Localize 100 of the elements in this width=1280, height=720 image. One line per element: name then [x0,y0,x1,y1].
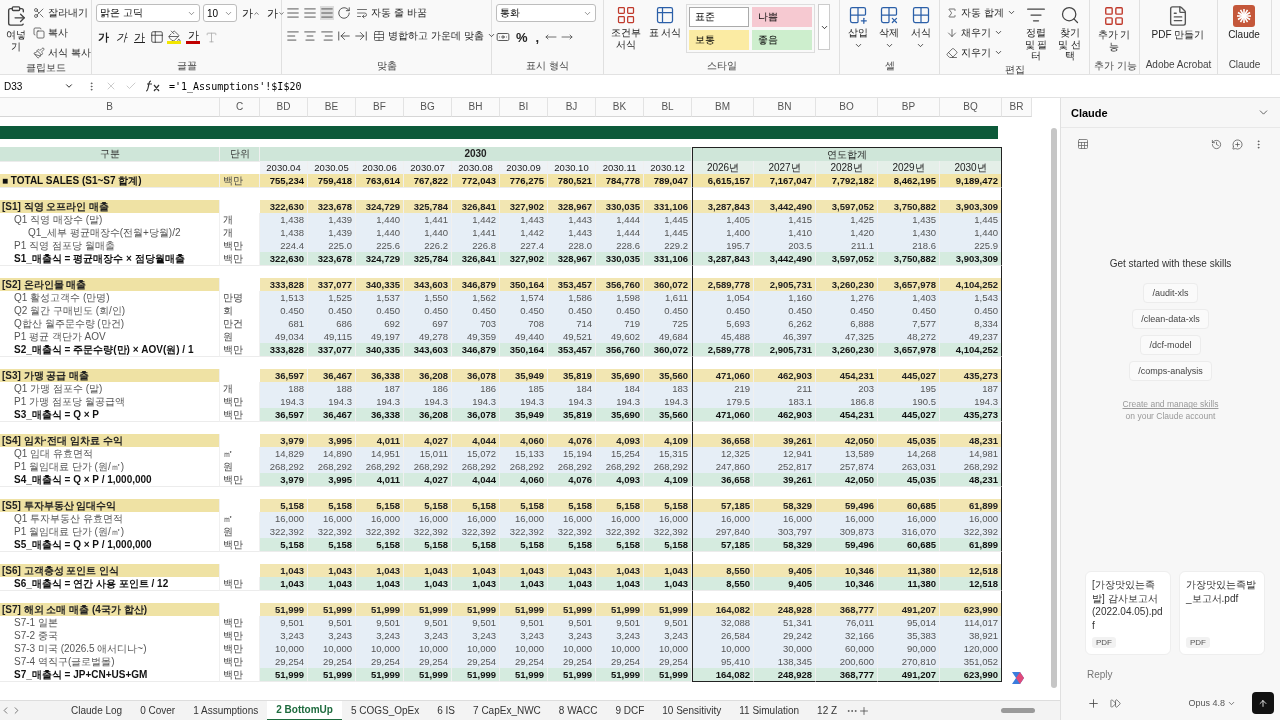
pdf-button[interactable]: PDF 만들기 [1144,4,1212,42]
column-letter[interactable]: BG [404,98,452,117]
cell-style[interactable]: 보통 [689,30,749,50]
sheet-tab[interactable]: 8 WACC [549,700,607,720]
model-select[interactable]: Opus 4.8 [1182,697,1242,709]
wrap-text-button[interactable]: 자동 줄 바꿈 [354,4,429,21]
number-format-select[interactable]: 통화 [496,4,596,22]
caret-icon[interactable] [994,28,1003,37]
font-style-button[interactable]: 가 [132,28,147,46]
sheet-tab[interactable]: 0 Cover [131,700,185,720]
skill-chip[interactable]: /dcf-model [1140,335,1201,356]
align-right-icon[interactable] [320,28,334,43]
grid-icon[interactable] [1103,5,1125,27]
cell-style[interactable]: 좋음 [752,30,812,50]
column-letter[interactable]: BH [452,98,500,117]
sheet-tab[interactable]: 2 BottomUp [267,700,342,720]
reply-field[interactable]: Reply [1087,669,1274,680]
column-letter[interactable]: BE [308,98,356,117]
align-center-icon[interactable] [303,28,317,43]
sheet-tab[interactable]: 10 Sensitivity [653,700,731,720]
bottom-align-icon[interactable] [320,5,334,20]
skill-chip[interactable]: /clean-data-xls [1132,309,1209,330]
scissors-icon[interactable] [33,6,45,19]
caret-icon[interactable] [486,31,496,40]
format-cells-icon[interactable] [910,5,931,25]
column-letter[interactable]: BD [260,98,308,117]
claude-button[interactable]: Claude [1222,4,1266,42]
currency-icon[interactable] [496,30,510,44]
clipboard-button[interactable]: 복사 [31,24,93,41]
sheet-tab[interactable]: 7 CapEx_NWC [464,700,550,720]
column-letter[interactable]: BR [1002,98,1032,117]
column-letter[interactable]: BL [644,98,692,117]
cell-style[interactable]: 나쁨 [752,7,812,27]
border-icon[interactable] [150,30,164,44]
add-icon[interactable] [1087,696,1100,710]
number-style-button[interactable]: , [533,28,542,46]
grid-icon[interactable] [616,5,636,25]
name-box[interactable]: D33 [0,80,78,92]
font-size-select[interactable]: 10 [203,4,237,22]
history-icon[interactable] [1211,138,1222,150]
editing-big-button[interactable]: 찾기 및 선택 [1054,4,1085,63]
paintbrush-icon[interactable] [33,46,45,59]
orientation-icon[interactable] [337,5,351,20]
table-icon[interactable] [655,5,675,25]
indent-icon[interactable] [354,28,368,43]
sheet-tab[interactable]: Claude Log [62,700,132,720]
outdent-icon[interactable] [337,28,351,43]
editing-button[interactable]: 자동 합계 [944,4,1018,21]
sigma-icon[interactable] [946,6,958,19]
font-style-button[interactable]: 가 [114,28,129,46]
editing-big-button[interactable]: 정렬 및 필터 [1020,4,1052,63]
cells-button[interactable]: 서식 [906,4,935,51]
scrollbar-thumb[interactable] [1001,708,1035,713]
function-icon[interactable] [145,80,161,92]
column-letter[interactable]: BO [816,98,878,117]
cells-button[interactable]: 삭제 [875,4,904,51]
sheet-tab[interactable]: 12 Z [808,700,847,720]
font-style-button[interactable]: 가 [96,28,111,46]
column-letter[interactable]: BI [500,98,548,117]
caret-icon[interactable] [253,9,260,17]
caret-icon[interactable] [64,81,74,91]
copy-icon[interactable] [33,26,45,39]
eraser-icon[interactable] [946,46,958,59]
skill-chip[interactable]: /audit-xls [1143,283,1198,304]
starburst-icon[interactable] [1233,5,1255,27]
forward-icon[interactable] [1110,697,1121,709]
add-ins-button[interactable]: 추가 기능 [1094,4,1134,53]
cells-button[interactable]: 삽입 [844,4,873,51]
search-icon[interactable] [1059,5,1080,25]
align-left-icon[interactable] [286,28,300,43]
caret-icon[interactable] [278,9,285,17]
column-letter[interactable]: B [0,98,220,117]
paste-icon[interactable] [5,5,27,27]
editing-button[interactable]: 채우기 [944,24,1018,41]
column-letter[interactable]: BF [356,98,404,117]
column-letter[interactable]: BK [596,98,644,117]
shrink-font-button[interactable]: 가 [265,4,287,22]
column-letter[interactable]: BP [878,98,940,117]
editing-button[interactable]: 지우기 [944,44,1018,61]
font-color-button[interactable]: 가 [184,28,202,46]
paste-button[interactable]: 여넣기 [4,4,28,53]
caret-icon[interactable] [1006,8,1016,17]
table-style-button[interactable]: 표 서식 [647,4,683,40]
delete-cells-icon[interactable] [879,5,900,25]
column-letter[interactable]: BJ [548,98,596,117]
sheet-tab[interactable]: 11 Simulation [730,700,809,720]
insert-cells-icon[interactable] [848,5,869,25]
merge-center-button[interactable]: 병합하고 가운데 맞춤 [371,27,498,44]
attachment-card[interactable]: 가장맛있는족발_보고서.pdf PDF [1179,571,1265,655]
grow-font-button[interactable]: 가 [240,4,262,22]
document-icon[interactable] [1167,5,1189,27]
middle-align-icon[interactable] [303,5,317,20]
cell-style[interactable]: 표준 [689,7,749,27]
column-letter[interactable]: C [220,98,260,117]
number-style-button[interactable]: % [514,28,530,46]
font-select[interactable]: 맑은 고딕 [96,4,200,22]
add-sheet-icon[interactable] [858,704,871,717]
column-letter[interactable]: BQ [940,98,1002,117]
sheet-tab[interactable]: 5 COGS_OpEx [341,700,429,720]
table-style-button[interactable]: 조건부 서식 [608,4,644,51]
